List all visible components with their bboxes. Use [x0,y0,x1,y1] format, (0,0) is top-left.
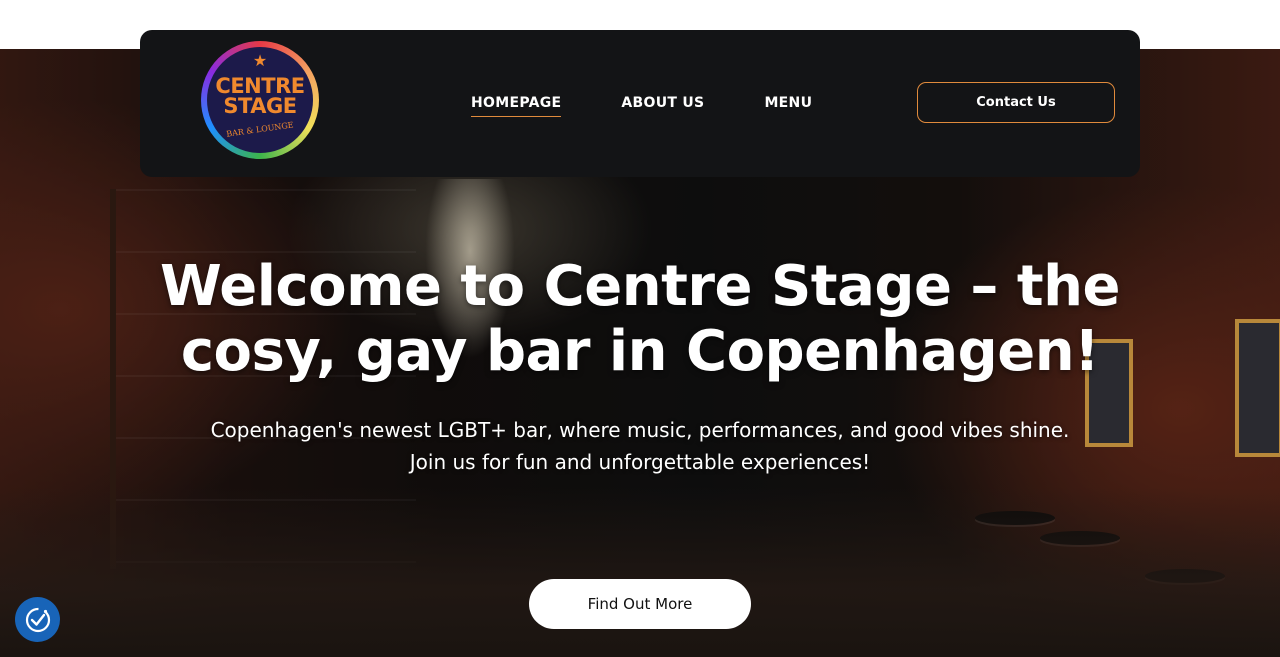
main-navigation: HOMEPAGE ABOUT US MENU [471,93,812,117]
hero-title: Welcome to Centre Stage – the cosy, gay … [159,254,1121,384]
cookie-consent-button[interactable] [15,597,60,642]
bar-floor [0,487,1280,657]
logo-text-line2: STAGE [223,94,297,118]
star-icon: ★ [252,51,268,70]
contact-us-button[interactable]: Contact Us [917,82,1115,123]
logo-subtext: BAR & LOUNGE [225,120,295,139]
hero-subtitle: Copenhagen's newest LGBT+ bar, where mus… [210,418,1070,474]
cookie-consent-icon [25,607,50,632]
nav-item-homepage[interactable]: HOMEPAGE [471,93,562,117]
nav-item-about-us[interactable]: ABOUT US [621,93,704,117]
find-out-more-button[interactable]: Find Out More [529,579,751,629]
site-header: ★ CENTRE STAGE BAR & LOUNGE HOMEPAGE ABO… [140,30,1140,177]
hero-content: Welcome to Centre Stage – the cosy, gay … [140,254,1140,478]
wall-picture [1235,319,1280,457]
site-logo[interactable]: ★ CENTRE STAGE BAR & LOUNGE [201,41,319,159]
nav-item-menu[interactable]: MENU [764,93,812,117]
logo-badge: ★ CENTRE STAGE BAR & LOUNGE [207,47,313,153]
